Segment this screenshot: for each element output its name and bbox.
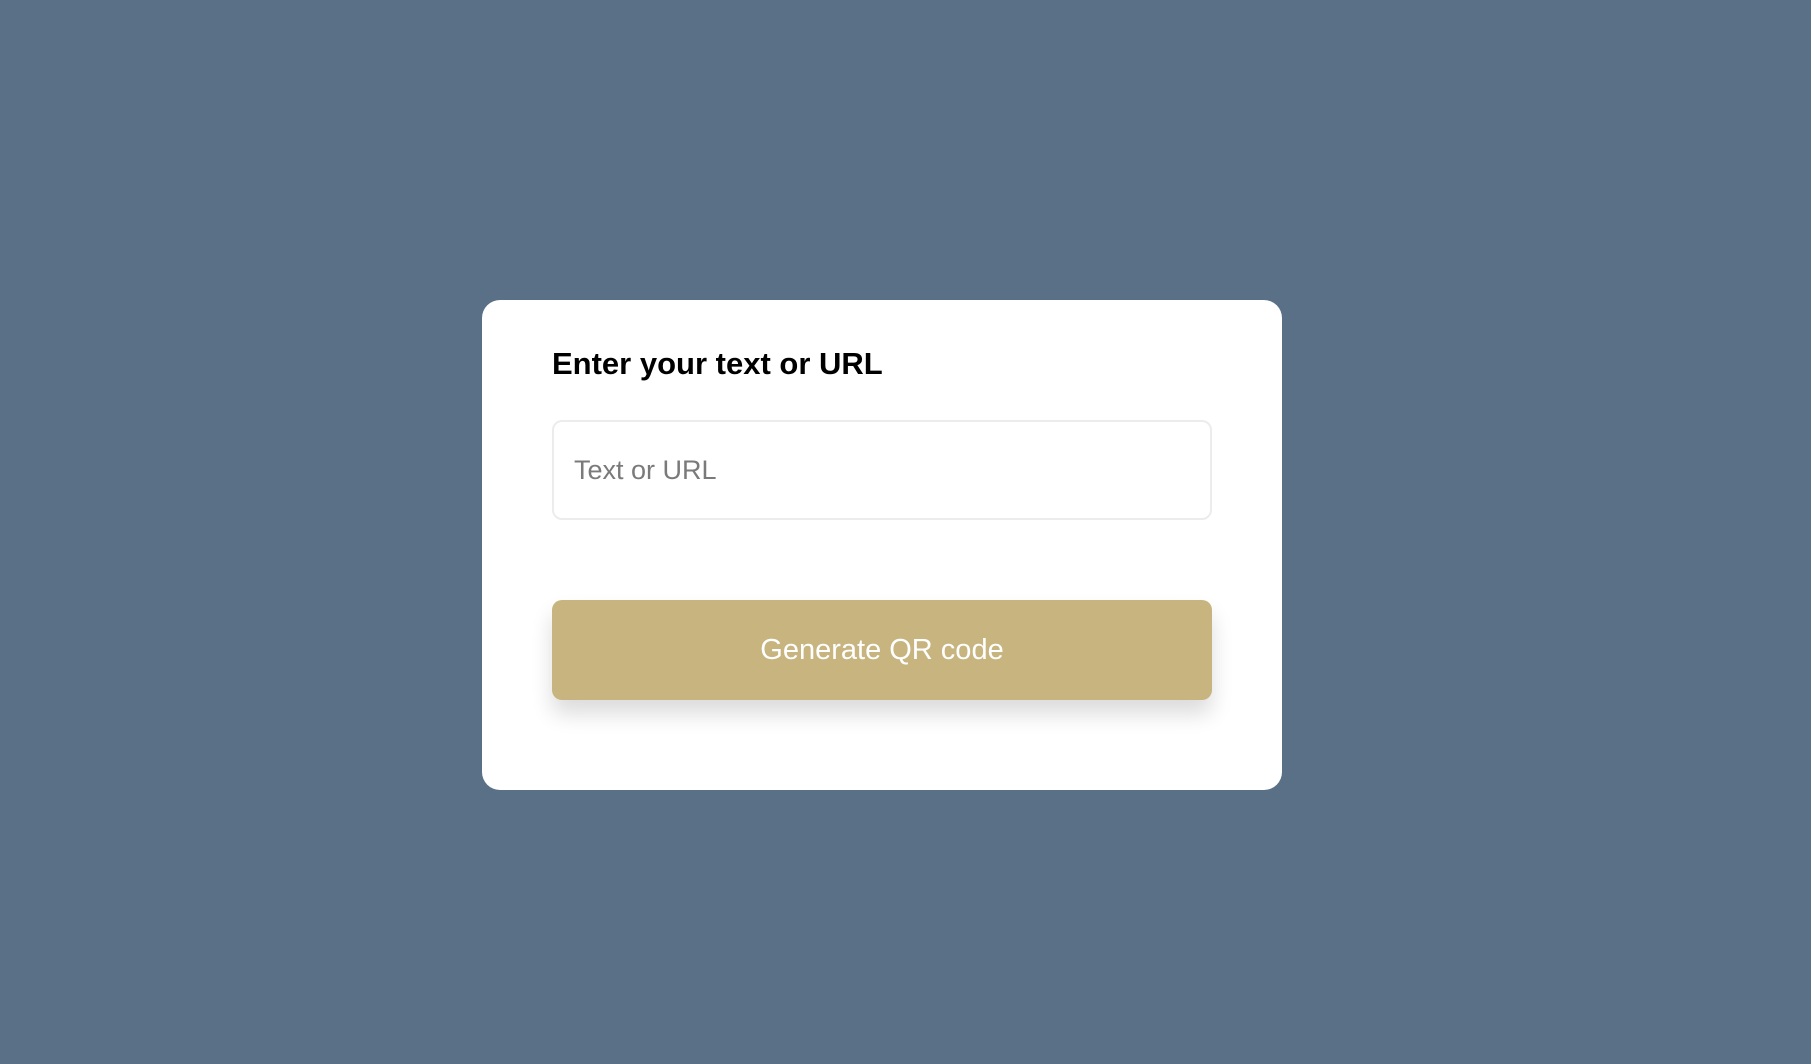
text-or-url-input[interactable] [552, 420, 1212, 520]
qr-generator-card: Enter your text or URL Generate QR code [482, 300, 1282, 790]
generate-qr-code-button[interactable]: Generate QR code [552, 600, 1212, 700]
form-title: Enter your text or URL [552, 346, 883, 381]
